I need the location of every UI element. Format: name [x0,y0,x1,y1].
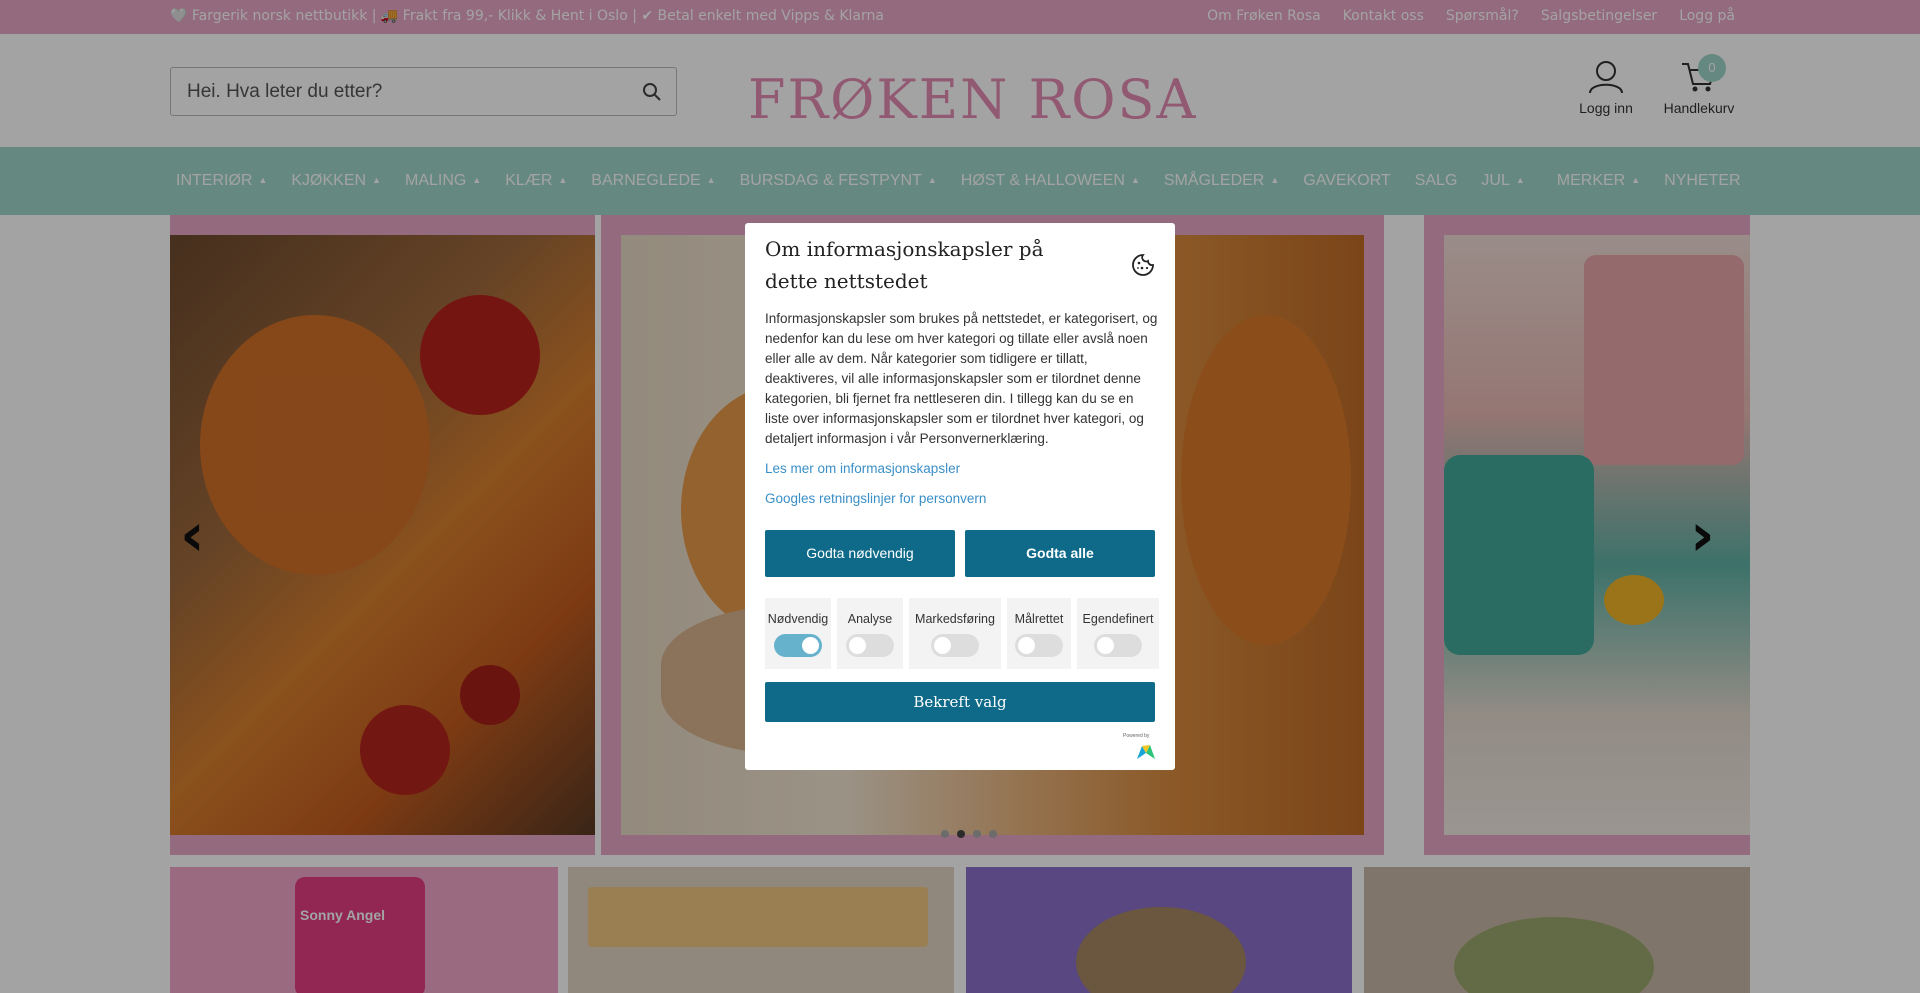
confirm-choices-button[interactable]: Bekreft valg [765,682,1155,722]
toggle-analytics[interactable] [846,634,894,657]
toggle-targeted[interactable] [1015,634,1063,657]
category-custom: Egendefinert [1077,598,1159,669]
category-necessary: Nødvendig [765,598,831,669]
toggle-marketing[interactable] [931,634,979,657]
category-analytics: Analyse [837,598,903,669]
toggle-custom[interactable] [1094,634,1142,657]
category-label: Markedsføring [915,612,995,626]
cookie-icon [1132,254,1154,276]
provider-logo-icon[interactable] [1137,743,1155,759]
cookie-dialog-body: Informasjonskapsler som brukes på nettst… [765,311,1158,446]
toggle-necessary[interactable] [774,634,822,657]
cookie-info-link[interactable]: Les mer om informasjonskapsler [765,461,960,476]
category-label: Analyse [847,612,893,626]
cookie-dialog-title: Om informasjonskapsler på dette nettsted… [765,237,1044,293]
google-privacy-link[interactable]: Googles retningslinjer for personvern [765,491,986,506]
category-label: Egendefinert [1082,612,1154,626]
category-marketing: Markedsføring [909,598,1001,669]
accept-all-button[interactable]: Godta alle [965,530,1155,577]
accept-necessary-button[interactable]: Godta nødvendig [765,530,955,577]
category-targeted: Målrettet [1007,598,1071,669]
category-label: Målrettet [1014,612,1064,626]
category-label: Nødvendig [767,612,829,626]
powered-by-text: Powered by [1123,733,1150,739]
cookie-consent-dialog: Om informasjonskapsler på dette nettsted… [745,223,1175,770]
cookie-categories: Nødvendig Analyse Markedsføring Målrette… [765,598,1159,669]
